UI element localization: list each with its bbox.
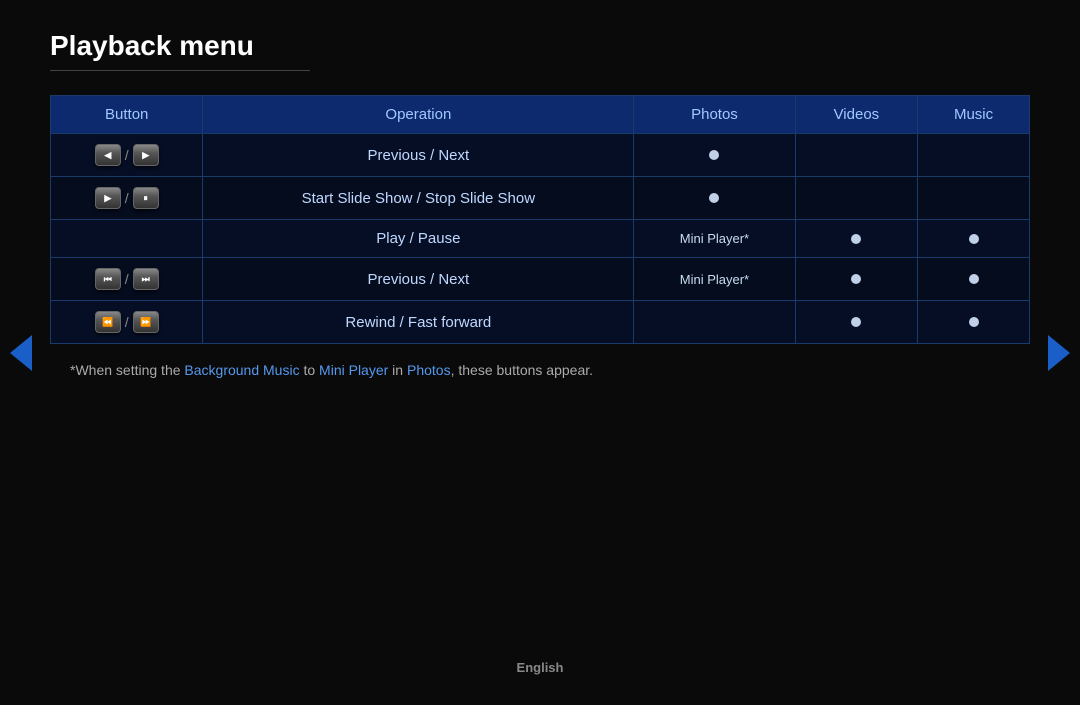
table-row: ⏮ / ⏭ Previous / Next Mini Player* <box>51 258 1030 301</box>
photos-cell: Mini Player* <box>634 220 795 258</box>
table-row: ▶ / ⏸ Start Slide Show / Stop Slide Show <box>51 177 1030 220</box>
operation-cell: Previous / Next <box>203 134 634 177</box>
language-label: English <box>517 660 564 675</box>
col-header-photos: Photos <box>634 96 795 134</box>
play-button-icon: ▶ <box>95 187 121 209</box>
dot-indicator <box>709 193 719 203</box>
music-cell <box>918 220 1030 258</box>
pause-button-icon: ⏸ <box>133 187 159 209</box>
footnote: *When setting the Background Music to Mi… <box>50 362 1030 378</box>
dot-indicator <box>851 234 861 244</box>
dot-indicator <box>969 234 979 244</box>
col-header-music: Music <box>918 96 1030 134</box>
button-cell: ◀ / ▶ <box>51 134 203 177</box>
photos-cell <box>634 177 795 220</box>
dot-indicator <box>851 317 861 327</box>
operation-cell: Previous / Next <box>203 258 634 301</box>
dot-indicator <box>709 150 719 160</box>
separator: / <box>125 147 129 163</box>
nav-next-button[interactable] <box>1048 335 1070 371</box>
separator: / <box>125 271 129 287</box>
next-button-icon: ▶ <box>133 144 159 166</box>
operation-cell: Play / Pause <box>203 220 634 258</box>
button-cell: ⏮ / ⏭ <box>51 258 203 301</box>
col-header-operation: Operation <box>203 96 634 134</box>
footnote-highlight-mini-player: Mini Player <box>319 362 388 378</box>
operation-cell: Rewind / Fast forward <box>203 301 634 344</box>
playback-table: Button Operation Photos Videos Music ◀ /… <box>50 95 1030 344</box>
videos-cell <box>795 301 917 344</box>
videos-cell <box>795 220 917 258</box>
videos-cell <box>795 258 917 301</box>
col-header-videos: Videos <box>795 96 917 134</box>
next-track-button-icon: ⏭ <box>133 268 159 290</box>
separator: / <box>125 190 129 206</box>
photos-cell: Mini Player* <box>634 258 795 301</box>
dot-indicator <box>851 274 861 284</box>
music-cell <box>918 301 1030 344</box>
rewind-button-icon: ⏪ <box>95 311 121 333</box>
nav-prev-button[interactable] <box>10 335 32 371</box>
button-cell: ▶ / ⏸ <box>51 177 203 220</box>
dot-indicator <box>969 274 979 284</box>
photos-cell <box>634 134 795 177</box>
music-cell <box>918 177 1030 220</box>
button-cell: ⏪ / ⏩ <box>51 301 203 344</box>
dot-indicator <box>969 317 979 327</box>
music-cell <box>918 258 1030 301</box>
footnote-highlight-photos: Photos <box>407 362 451 378</box>
videos-cell <box>795 177 917 220</box>
separator: / <box>125 314 129 330</box>
table-row: ⏪ / ⏩ Rewind / Fast forward <box>51 301 1030 344</box>
photos-cell <box>634 301 795 344</box>
table-row: Play / Pause Mini Player* <box>51 220 1030 258</box>
fastforward-button-icon: ⏩ <box>133 311 159 333</box>
page-title: Playback menu <box>50 30 310 71</box>
videos-cell <box>795 134 917 177</box>
col-header-button: Button <box>51 96 203 134</box>
table-row: ◀ / ▶ Previous / Next <box>51 134 1030 177</box>
music-cell <box>918 134 1030 177</box>
operation-cell: Start Slide Show / Stop Slide Show <box>203 177 634 220</box>
prev-button-icon: ◀ <box>95 144 121 166</box>
footnote-highlight-bg-music: Background Music <box>184 362 299 378</box>
prev-track-button-icon: ⏮ <box>95 268 121 290</box>
button-cell <box>51 220 203 258</box>
